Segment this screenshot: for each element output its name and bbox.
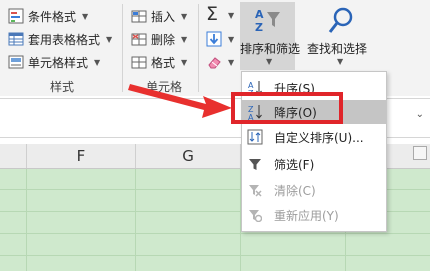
menu-item-label: 自定义排序(U)... <box>274 130 364 145</box>
annotation-arrow-icon <box>128 84 232 118</box>
expand-formula-icon[interactable]: ⌄ <box>416 109 424 120</box>
delete-cells-icon <box>131 33 147 46</box>
column-header-g[interactable]: G <box>136 144 241 168</box>
chevron-down-icon: ▼ <box>228 35 235 44</box>
chevron-down-icon: ▼ <box>181 34 188 44</box>
search-icon <box>328 7 353 33</box>
find-select-button[interactable]: 查找和选择 ▼ <box>302 2 372 70</box>
chevron-down-icon: ▼ <box>266 57 273 66</box>
custom-sort-icon <box>247 129 263 145</box>
clear-button[interactable]: ▼ <box>205 53 235 73</box>
table-icon <box>8 32 24 46</box>
menu-item-clear[interactable]: 清除(C) <box>242 178 386 202</box>
menu-item-filter[interactable]: 筛选(F) <box>242 152 386 176</box>
group-separator <box>122 4 123 92</box>
chevron-down-icon: ▼ <box>228 11 235 20</box>
filter-icon <box>249 159 261 170</box>
conditional-formatting-icon <box>8 8 24 24</box>
eraser-icon <box>208 57 221 69</box>
column-header-f[interactable]: F <box>27 144 136 168</box>
delete-button[interactable]: 删除 ▼ <box>131 29 187 49</box>
conditional-formatting-button[interactable]: 条件格式 ▼ <box>8 6 88 26</box>
insert-cells-icon <box>131 10 147 23</box>
chevron-down-icon: ▼ <box>337 57 344 66</box>
format-as-table-button[interactable]: 套用表格格式 ▼ <box>8 29 112 49</box>
menu-item-label: 筛选(F) <box>274 157 315 172</box>
format-as-table-label: 套用表格格式 <box>28 32 101 47</box>
svg-text:A: A <box>255 8 264 21</box>
conditional-formatting-label: 条件格式 <box>28 9 77 24</box>
sort-filter-button[interactable]: A Z 排序和筛选 ▼ <box>240 2 301 70</box>
svg-text:Z: Z <box>255 21 263 34</box>
autosum-button[interactable]: Σ ▼ <box>205 3 235 26</box>
menu-item-custom-sort[interactable]: 自定义排序(U)... <box>242 125 386 149</box>
scroll-up-button[interactable] <box>413 146 427 160</box>
sort-filter-icon: A Z <box>255 8 280 34</box>
chevron-down-icon: ▼ <box>94 57 101 67</box>
chevron-down-icon: ▼ <box>106 34 113 44</box>
cell-styles-label: 单元格样式 <box>28 55 89 70</box>
find-select-label: 查找和选择 <box>306 42 367 56</box>
column-header-partial[interactable] <box>0 144 27 168</box>
format-button[interactable]: 格式 ▼ <box>131 52 187 72</box>
chevron-down-icon: ▼ <box>82 11 89 21</box>
sort-filter-label: 排序和筛选 <box>240 42 301 56</box>
format-cells-icon <box>131 56 147 69</box>
fill-down-icon <box>206 31 222 47</box>
fill-button[interactable]: ▼ <box>205 30 235 50</box>
cell-styles-icon <box>8 55 24 69</box>
menu-item-reapply[interactable]: 重新应用(Y) <box>242 203 386 227</box>
insert-label: 插入 <box>151 9 176 24</box>
chevron-down-icon: ▼ <box>181 11 188 21</box>
chevron-down-icon: ▼ <box>181 57 188 67</box>
insert-button[interactable]: 插入 ▼ <box>131 6 187 26</box>
styles-group-label: 样式 <box>50 80 75 94</box>
sigma-icon: Σ <box>206 3 219 25</box>
menu-item-label: 重新应用(Y) <box>274 208 339 223</box>
format-label: 格式 <box>151 55 176 70</box>
delete-label: 删除 <box>151 32 176 47</box>
chevron-down-icon: ▼ <box>228 58 235 67</box>
clear-filter-icon <box>249 185 262 197</box>
reapply-icon <box>249 210 262 222</box>
menu-item-label: 清除(C) <box>274 183 316 198</box>
highlight-box <box>231 92 343 124</box>
cell-styles-button[interactable]: 单元格样式 ▼ <box>8 52 100 72</box>
